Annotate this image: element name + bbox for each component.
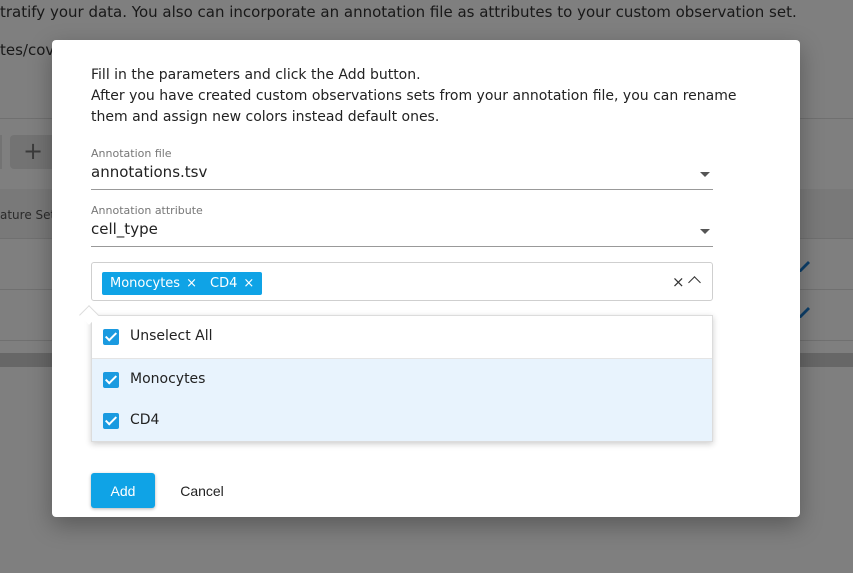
option-label: Monocytes [130,371,206,387]
add-button[interactable]: Add [91,473,155,508]
add-observation-set-dialog: Fill in the parameters and click the Add… [52,40,800,517]
chip-cd4: CD4 × [202,272,263,295]
checkbox-checked-icon[interactable] [103,372,119,388]
chip-remove-icon[interactable]: × [243,276,254,291]
annotation-attribute-value[interactable]: cell_type [91,220,713,247]
clear-selection-icon[interactable]: × [672,273,685,291]
chip-label: CD4 [210,276,238,291]
instruction-line: Fill in the parameters and click the Add… [91,67,421,83]
instruction-line: After you have created custom observatio… [91,88,737,125]
chevron-up-icon[interactable] [688,276,701,289]
annotation-attribute-label: Annotation attribute [91,204,203,217]
checkbox-checked-icon[interactable] [103,413,119,429]
option-label: CD4 [130,412,160,428]
option-label: Unselect All [130,328,213,344]
cancel-button[interactable]: Cancel [170,473,234,508]
option-unselect-all[interactable]: Unselect All [92,316,712,357]
annotation-attribute-text: cell_type [91,220,158,238]
annotation-file-value[interactable]: annotations.tsv [91,163,713,190]
dialog-instructions: Fill in the parameters and click the Add… [91,65,751,128]
values-multiselect[interactable]: Monocytes × CD4 × × [91,262,713,301]
dropdown-caret-icon[interactable] [700,172,710,177]
checkbox-checked-icon[interactable] [103,329,119,345]
chip-monocytes: Monocytes × [102,272,205,295]
annotation-file-select[interactable]: Annotation file annotations.tsv [91,147,713,190]
annotation-file-text: annotations.tsv [91,163,208,181]
option-cd4[interactable]: CD4 [92,400,712,441]
option-monocytes[interactable]: Monocytes [92,359,712,400]
chip-remove-icon[interactable]: × [186,276,197,291]
dropdown-caret-icon[interactable] [700,229,710,234]
chip-label: Monocytes [110,276,181,291]
annotation-file-label: Annotation file [91,147,172,160]
annotation-attribute-select[interactable]: Annotation attribute cell_type [91,204,713,247]
values-dropdown-menu: Unselect All Monocytes CD4 [91,315,713,442]
